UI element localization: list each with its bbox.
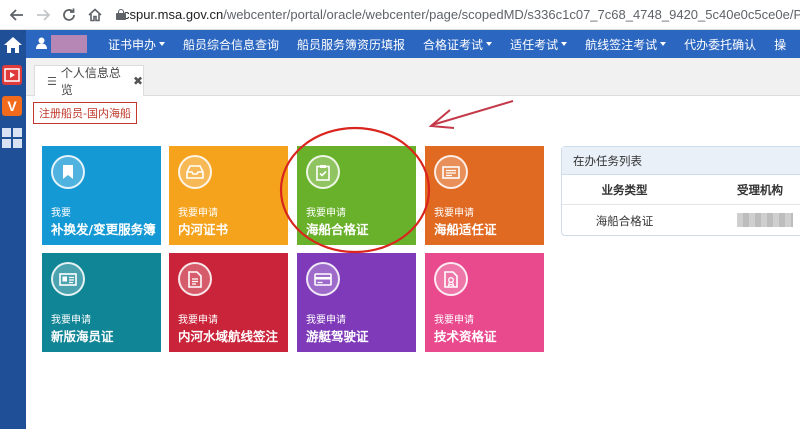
- tile-title: 内河水域航线签注: [178, 329, 279, 344]
- inbox-icon: [178, 155, 212, 189]
- tile-new-seafarer-passport[interactable]: 我要申请 新版海员证: [42, 253, 161, 352]
- list-icon: ☰: [47, 74, 57, 88]
- nav-label: 船员服务簿资历填报: [297, 37, 406, 52]
- username-redacted: [51, 35, 87, 53]
- annotation-arrow: [431, 100, 514, 126]
- col-business-type: 业务类型: [601, 182, 648, 197]
- forward-arrow-icon[interactable]: [30, 2, 56, 28]
- nav-label: 航线签注考试: [585, 37, 658, 52]
- reload-icon[interactable]: [56, 2, 82, 28]
- tile-seagoing-competency[interactable]: 我要申请 海船适任证: [425, 146, 544, 245]
- grid-icon[interactable]: [2, 128, 22, 148]
- v-app-icon[interactable]: V: [2, 96, 22, 116]
- nav-crew-info-query[interactable]: 船员综合信息查询: [174, 30, 288, 58]
- top-navigation: 证书申办 船员综合信息查询 船员服务簿资历填报 合格证考试 适任考试 航线签注考…: [26, 30, 800, 58]
- redacted-org: [737, 212, 793, 227]
- certificate-icon: [434, 262, 468, 296]
- video-icon[interactable]: [2, 65, 22, 85]
- chevron-down-icon: [486, 42, 493, 46]
- task-org-cell: [687, 212, 800, 230]
- tile-small-label: 我要申请: [306, 315, 346, 326]
- task-panel-title: 在办任务列表: [562, 147, 800, 175]
- nav-label: 适任考试: [510, 37, 559, 52]
- tile-small-label: 我要申请: [434, 315, 474, 326]
- user-icon: [36, 37, 47, 52]
- tab-bar: ☰ 个人信息总览 ✖: [26, 58, 800, 97]
- tile-title: 海船合格证: [306, 222, 369, 237]
- nav-label: 证书申办: [108, 37, 157, 52]
- bookmark-icon: [51, 155, 85, 189]
- left-sidebar: V: [0, 30, 26, 429]
- browser-toolbar: cspur.msa.gov.cn/webcenter/portal/oracle…: [0, 0, 800, 30]
- tile-title: 海船适任证: [434, 222, 497, 237]
- tile-small-label: 我要: [51, 208, 71, 219]
- nav-operation[interactable]: 操: [765, 30, 795, 58]
- chevron-down-icon: [660, 42, 667, 46]
- tile-title: 新版海员证: [51, 329, 114, 344]
- url-path: /webcenter/portal/oracle/webcenter/page/…: [223, 7, 800, 22]
- tile-inland-certificate[interactable]: 我要申请 内河证书: [169, 146, 288, 245]
- card-icon: [434, 155, 468, 189]
- document-icon: [178, 262, 212, 296]
- tile-small-label: 我要申请: [434, 208, 474, 219]
- user-menu[interactable]: [26, 30, 99, 58]
- nav-competency-exam[interactable]: 适任考试: [501, 30, 576, 58]
- nav-proxy-confirm[interactable]: 代办委托确认: [675, 30, 765, 58]
- tile-title: 技术资格证: [434, 329, 497, 344]
- tile-small-label: 我要申请: [306, 208, 346, 219]
- nav-route-endorsement-exam[interactable]: 航线签注考试: [576, 30, 675, 58]
- tile-technical-qualification[interactable]: 我要申请 技术资格证: [425, 253, 544, 352]
- tile-title: 补换发/变更服务簿: [51, 222, 156, 237]
- tile-seagoing-qualification[interactable]: 我要申请 海船合格证: [297, 146, 416, 245]
- credit-card-icon: [306, 262, 340, 296]
- nav-qualification-exam[interactable]: 合格证考试: [414, 30, 501, 58]
- table-row[interactable]: 海船合格证: [562, 205, 800, 237]
- tile-title: 游艇驾驶证: [306, 329, 369, 344]
- close-icon[interactable]: ✖: [133, 74, 143, 88]
- task-table-header: 业务类型 受理机构: [562, 175, 800, 205]
- chevron-down-icon: [561, 42, 568, 46]
- home-icon[interactable]: [0, 32, 26, 58]
- col-accepting-org: 受理机构: [737, 182, 783, 197]
- nav-label: 合格证考试: [423, 37, 484, 52]
- nav-label: 船员综合信息查询: [183, 37, 280, 52]
- tile-title: 内河证书: [178, 222, 229, 237]
- back-arrow-icon[interactable]: [4, 2, 30, 28]
- tile-service-book[interactable]: 我要 补换发/变更服务簿: [42, 146, 161, 245]
- tab-personal-overview[interactable]: ☰ 个人信息总览 ✖: [34, 65, 144, 97]
- address-bar[interactable]: cspur.msa.gov.cn/webcenter/portal/oracle…: [116, 3, 800, 27]
- tile-small-label: 我要申请: [178, 208, 218, 219]
- nav-label: 代办委托确认: [684, 37, 757, 52]
- chevron-down-icon: [159, 42, 166, 46]
- home-icon[interactable]: [82, 2, 108, 28]
- url-domain: cspur.msa.gov.cn: [123, 7, 224, 22]
- tile-small-label: 我要申请: [51, 315, 91, 326]
- tile-yacht-license[interactable]: 我要申请 游艇驾驶证: [297, 253, 416, 352]
- id-card-icon: [51, 262, 85, 296]
- nav-certificate-apply[interactable]: 证书申办: [99, 30, 174, 58]
- clipboard-check-icon: [306, 155, 340, 189]
- tile-inland-route-endorsement[interactable]: 我要申请 内河水域航线签注: [169, 253, 288, 352]
- tile-small-label: 我要申请: [178, 315, 218, 326]
- arrow-head: [428, 109, 455, 129]
- role-label: 注册船员-国内海船: [33, 102, 137, 124]
- task-type-cell: 海船合格证: [595, 214, 654, 228]
- tab-label: 个人信息总览: [60, 66, 121, 97]
- nav-service-book-fill[interactable]: 船员服务簿资历填报: [288, 30, 414, 58]
- task-list-panel: 在办任务列表 业务类型 受理机构 海船合格证: [561, 146, 800, 236]
- nav-label: 操: [774, 37, 787, 52]
